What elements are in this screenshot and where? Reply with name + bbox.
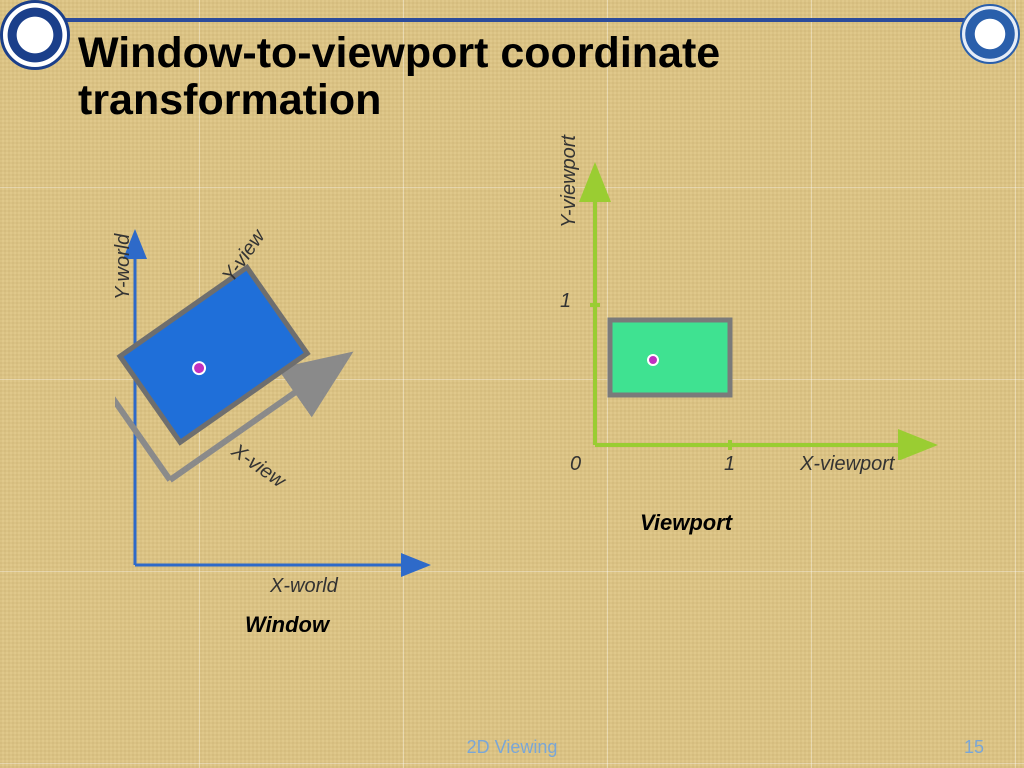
title-rule: [50, 18, 1014, 22]
x-world-label: X-world: [270, 575, 338, 598]
logo-right: [960, 4, 1020, 64]
logo-left: [0, 0, 70, 70]
viewport-caption: Viewport: [640, 510, 732, 536]
viewport-rect: [610, 320, 730, 395]
y-tick-1-label: 1: [560, 290, 571, 313]
window-rect: [120, 267, 307, 442]
slide-title: Window-to-viewport coordinate transforma…: [78, 30, 944, 125]
x-tick-1-label: 1: [724, 453, 735, 476]
y-world-label: Y-world: [112, 234, 135, 300]
window-caption: Window: [245, 612, 329, 638]
origin-tick-label: 0: [570, 453, 581, 476]
page-number: 15: [964, 737, 984, 758]
window-diagram: [115, 225, 455, 585]
y-viewport-label: Y-viewport: [558, 135, 581, 228]
x-viewport-label: X-viewport: [800, 453, 894, 476]
footer-title: 2D Viewing: [0, 737, 1024, 758]
viewport-diagram: [575, 160, 955, 460]
viewport-point: [648, 355, 658, 365]
